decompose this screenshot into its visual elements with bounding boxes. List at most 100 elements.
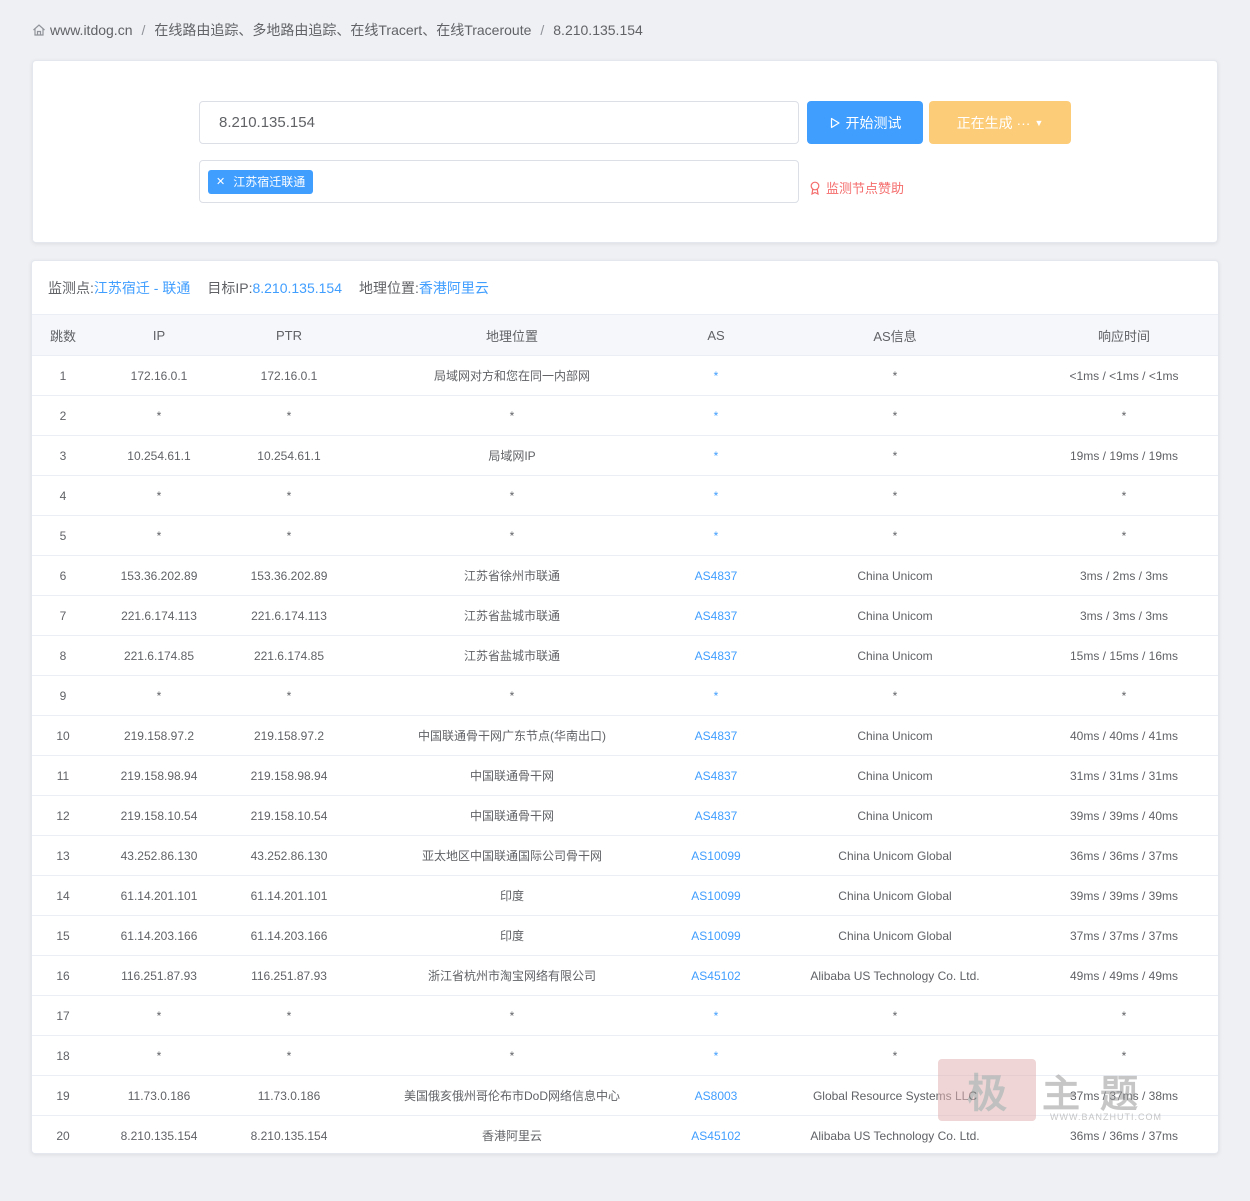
hop-cell: 17	[32, 995, 94, 1036]
ptr-cell: 43.252.86.130	[224, 835, 354, 876]
response-time-cell: *	[1028, 995, 1218, 1036]
hop-cell: 4	[32, 475, 94, 516]
home-icon[interactable]	[32, 23, 46, 37]
geo-cell: 局域网IP	[354, 435, 670, 476]
as-info-cell: *	[762, 1035, 1028, 1076]
hop-cell: 14	[32, 875, 94, 916]
hop-cell: 9	[32, 675, 94, 716]
ptr-cell: 116.251.87.93	[224, 955, 354, 996]
table-row: 5 * * * * * *	[32, 515, 1218, 556]
monitor-label: 监测点:	[48, 279, 94, 296]
ip-cell: *	[94, 515, 224, 556]
response-time-cell: *	[1028, 1035, 1218, 1076]
as-cell[interactable]: *	[670, 355, 762, 396]
award-icon	[809, 181, 821, 195]
node-select[interactable]: ✕ 江苏宿迁联通	[199, 160, 799, 203]
ptr-cell: *	[224, 475, 354, 516]
as-info-cell: China Unicom	[762, 755, 1028, 796]
response-time-cell: <1ms / <1ms / <1ms	[1028, 355, 1218, 396]
target-label: 目标IP:	[207, 279, 253, 296]
as-cell[interactable]: AS4837	[670, 755, 762, 796]
hop-cell: 15	[32, 915, 94, 956]
sponsor-link[interactable]: 监测节点赞助	[809, 178, 904, 197]
trace-table: 跳数 IP PTR 地理位置 AS AS信息 响应时间 1 172.16.0.1 172.16.…	[32, 314, 1218, 1153]
ip-cell: *	[94, 675, 224, 716]
table-row: 18 * * * * * *	[32, 1035, 1218, 1076]
hop-cell: 2	[32, 395, 94, 436]
as-info-cell: *	[762, 395, 1028, 436]
as-cell[interactable]: AS10099	[670, 835, 762, 876]
table-row: 15 61.14.203.166 61.14.203.166 印度 AS10099 Chi…	[32, 915, 1218, 956]
as-info-cell: Global Resource Systems LLC	[762, 1075, 1028, 1116]
geo-cell: *	[354, 1035, 670, 1076]
table-row: 17 * * * * * *	[32, 995, 1218, 1036]
ip-cell: 172.16.0.1	[94, 355, 224, 396]
as-info-cell: China Unicom	[762, 555, 1028, 596]
ip-cell: 219.158.97.2	[94, 715, 224, 756]
as-cell[interactable]: *	[670, 1035, 762, 1076]
response-time-cell: 36ms / 36ms / 37ms	[1028, 835, 1218, 876]
monitor-value: 江苏宿迁 - 联通	[93, 279, 191, 296]
ip-cell: 8.210.135.154	[94, 1115, 224, 1153]
as-cell[interactable]: *	[670, 995, 762, 1036]
geo-cell: 浙江省杭州市淘宝网络有限公司	[354, 955, 670, 996]
geo-value: 香港阿里云	[418, 279, 489, 296]
start-test-button[interactable]: 开始测试	[807, 101, 923, 144]
hop-cell: 5	[32, 515, 94, 556]
ptr-cell: *	[224, 675, 354, 716]
response-time-cell: 40ms / 40ms / 41ms	[1028, 715, 1218, 756]
hop-cell: 6	[32, 555, 94, 596]
table-row: 19 11.73.0.186 11.73.0.186 美国俄亥俄州哥伦布市DoD网络信…	[32, 1075, 1218, 1116]
response-time-cell: *	[1028, 675, 1218, 716]
table-row: 11 219.158.98.94 219.158.98.94 中国联通骨干网 AS483…	[32, 755, 1218, 796]
close-icon[interactable]: ✕	[216, 175, 225, 188]
column-header: IP	[94, 314, 224, 356]
target-value: 8.210.135.154	[252, 279, 342, 296]
sponsor-label: 监测节点赞助	[826, 181, 905, 196]
ptr-cell: 221.6.174.113	[224, 595, 354, 636]
as-cell[interactable]: AS4837	[670, 795, 762, 836]
as-cell[interactable]: *	[670, 435, 762, 476]
as-cell[interactable]: AS4837	[670, 555, 762, 596]
response-time-cell: 31ms / 31ms / 31ms	[1028, 755, 1218, 796]
as-cell[interactable]: AS45102	[670, 955, 762, 996]
as-cell[interactable]: *	[670, 395, 762, 436]
ptr-cell: *	[224, 1035, 354, 1076]
as-info-cell: *	[762, 515, 1028, 556]
as-cell[interactable]: AS10099	[670, 915, 762, 956]
as-info-cell: China Unicom	[762, 595, 1028, 636]
as-cell[interactable]: AS10099	[670, 875, 762, 916]
ip-cell: *	[94, 475, 224, 516]
breadcrumb-site-link[interactable]: www.itdog.cn	[50, 22, 132, 38]
ptr-cell: 219.158.97.2	[224, 715, 354, 756]
as-info-cell: Alibaba US Technology Co. Ltd.	[762, 1115, 1028, 1153]
hop-cell: 8	[32, 635, 94, 676]
geo-cell: *	[354, 475, 670, 516]
as-cell[interactable]: *	[670, 475, 762, 516]
selected-node-tag[interactable]: ✕ 江苏宿迁联通	[208, 169, 314, 194]
trace-result-card: 监测点:江苏宿迁 - 联通 目标IP:8.210.135.154 地理位置:香港…	[31, 260, 1219, 1154]
breadcrumb: www.itdog.cn / 在线路由追踪、多地路由追踪、在线Tracert、在…	[32, 20, 643, 40]
generate-image-button[interactable]: 正在生成 ··· ▼	[929, 101, 1071, 144]
as-cell[interactable]: AS4837	[670, 595, 762, 636]
ptr-cell: *	[224, 515, 354, 556]
as-cell[interactable]: AS45102	[670, 1115, 762, 1153]
as-cell[interactable]: *	[670, 515, 762, 556]
ptr-cell: 153.36.202.89	[224, 555, 354, 596]
geo-cell: 中国联通骨干网	[354, 755, 670, 796]
ptr-cell: 10.254.61.1	[224, 435, 354, 476]
as-info-cell: *	[762, 355, 1028, 396]
breadcrumb-section-link[interactable]: 在线路由追踪、多地路由追踪、在线Tracert、在线Traceroute	[154, 20, 531, 40]
hop-cell: 1	[32, 355, 94, 396]
as-cell[interactable]: AS4837	[670, 635, 762, 676]
response-time-cell: *	[1028, 475, 1218, 516]
as-info-cell: China Unicom Global	[762, 875, 1028, 916]
as-cell[interactable]: AS8003	[670, 1075, 762, 1116]
host-input[interactable]: 8.210.135.154	[199, 101, 799, 144]
as-cell[interactable]: *	[670, 675, 762, 716]
as-cell[interactable]: AS4837	[670, 715, 762, 756]
as-info-cell: *	[762, 995, 1028, 1036]
table-row: 8 221.6.174.85 221.6.174.85 江苏省盐城市联通 AS4837 C…	[32, 635, 1218, 676]
column-header: AS	[670, 314, 762, 356]
column-header: AS信息	[762, 314, 1028, 356]
